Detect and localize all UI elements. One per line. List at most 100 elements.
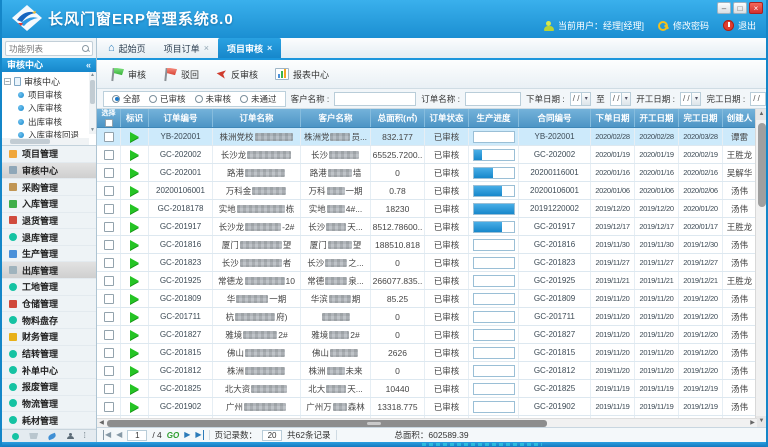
sidebar-group-item[interactable]: 生产管理 <box>2 246 96 263</box>
column-header[interactable]: 创建人 <box>723 109 757 127</box>
close-button[interactable]: × <box>749 2 763 14</box>
tree-vertical-scrollbar[interactable]: ▲ ▼ <box>89 72 96 134</box>
table-row[interactable]: GC-201809 华一期 华滨期 85.25 已审核 GC-201809 20… <box>97 290 757 308</box>
table-row[interactable]: GC-201902 广州 广州万森林 13318.775 已审核 GC-2019… <box>97 398 757 416</box>
sidebar-group-item[interactable]: 补单中心 <box>2 362 96 379</box>
order-date-from-input[interactable]: / /▾ <box>570 92 591 106</box>
report-center-button[interactable]: 报表中心 <box>270 65 334 84</box>
page-size-input[interactable] <box>262 430 282 441</box>
sidebar-group-item[interactable]: 审核中心 <box>2 163 96 180</box>
sidebar-group-item[interactable]: 物流管理 <box>2 396 96 413</box>
table-row[interactable]: GC-201711 杭府) 0 已审核 GC-201711 2019/11/20… <box>97 308 757 326</box>
maximize-button[interactable]: □ <box>733 2 747 14</box>
row-checkbox[interactable] <box>104 312 114 322</box>
row-checkbox[interactable] <box>104 240 114 250</box>
start-date-input[interactable]: / /▾ <box>680 92 701 106</box>
table-row[interactable]: YB-202001 株洲党校 株洲党员... 832.177 已审核 YB-20… <box>97 128 757 146</box>
sidebar-group-item[interactable]: 项目管理 <box>2 146 96 163</box>
sidebar-group-item[interactable]: 工地管理 <box>2 279 96 296</box>
minimize-button[interactable]: – <box>717 2 731 14</box>
status-dot-icon[interactable] <box>12 433 19 440</box>
column-header[interactable]: 订单编号 <box>149 109 213 127</box>
close-tab-icon[interactable]: × <box>267 43 272 53</box>
column-header[interactable]: 合同编号 <box>519 109 591 127</box>
approve-button[interactable]: 审核 <box>105 64 151 85</box>
tab-2[interactable]: ⌂ 项目订单 × <box>155 38 218 58</box>
last-page-button[interactable]: ▶ <box>195 430 203 440</box>
row-checkbox[interactable] <box>104 186 114 196</box>
function-search-input[interactable] <box>9 42 81 55</box>
cart-icon[interactable] <box>29 433 38 439</box>
scroll-down-icon[interactable]: ▼ <box>756 416 766 427</box>
row-checkbox[interactable] <box>104 402 114 412</box>
sidebar-panel-header[interactable]: 审核中心 « <box>2 58 96 72</box>
tree-item[interactable]: 入库审核 <box>4 102 88 116</box>
table-row[interactable]: GC-201827 雅境2# 雅境2# 0 已审核 GC-201827 2019… <box>97 326 757 344</box>
row-checkbox[interactable] <box>104 222 114 232</box>
scroll-right-icon[interactable]: ▶ <box>748 419 757 427</box>
table-row[interactable]: GC-201812 株洲 株洲未来 0 已审核 GC-201812 2019/1… <box>97 362 757 380</box>
tree-collapse-icon[interactable]: – <box>4 78 11 85</box>
scroll-left-icon[interactable]: ◀ <box>97 419 106 427</box>
change-password-button[interactable]: 修改密码 <box>658 19 709 32</box>
horizontal-scrollbar[interactable]: ◀ ▶ <box>97 418 757 427</box>
tree-item[interactable]: 项目审核 <box>4 88 88 102</box>
row-checkbox[interactable] <box>104 204 114 214</box>
row-checkbox[interactable] <box>104 276 114 286</box>
table-row[interactable]: GC-202001 路港 路港墙 0 已审核 20200116001 2020/… <box>97 164 757 182</box>
person-icon[interactable] <box>67 433 74 440</box>
more-options-icon[interactable]: ⁞ <box>84 433 86 439</box>
scroll-up-icon[interactable]: ▲ <box>89 72 96 79</box>
close-tab-icon[interactable]: × <box>204 43 209 53</box>
status-radio[interactable]: 全部 <box>112 93 140 105</box>
row-checkbox[interactable] <box>104 330 114 340</box>
row-checkbox[interactable] <box>104 294 114 304</box>
hscroll-thumb[interactable] <box>107 420 547 427</box>
chevron-down-icon[interactable]: ▾ <box>581 93 590 106</box>
scroll-down-icon[interactable]: ▼ <box>89 127 96 134</box>
sidebar-group-item[interactable]: 报废管理 <box>2 379 96 396</box>
table-row[interactable]: GC-201825 北大资 北大天... 10440 已审核 GC-201825… <box>97 380 757 398</box>
status-radio[interactable]: 已审核 <box>149 93 186 105</box>
finish-date-input[interactable]: / / <box>750 92 766 106</box>
column-header[interactable]: 下单日期 <box>591 109 635 127</box>
tree-scroll-thumb[interactable] <box>90 80 95 104</box>
table-row[interactable]: GC-201815 佛山 佛山 2626 已审核 GC-201815 2019/… <box>97 344 757 362</box>
table-row[interactable]: 20200106001 万科金 万科一期 0.78 已审核 2020010600… <box>97 182 757 200</box>
sidebar-group-item[interactable]: 出库管理 <box>2 262 96 279</box>
tab-1[interactable]: ⌂ 起始页 × <box>99 38 155 58</box>
sidebar-group-item[interactable]: 物料盘存 <box>2 312 96 329</box>
sidebar-group-item[interactable]: 采购管理 <box>2 179 96 196</box>
tab-3[interactable]: ⌂ 项目审核 × <box>218 38 281 58</box>
row-checkbox[interactable] <box>104 258 114 268</box>
select-all-checkbox[interactable] <box>105 119 113 127</box>
page-input[interactable] <box>127 430 147 441</box>
table-row[interactable]: GC-201823 长沙者 长沙之... 0 已审核 GC-201823 201… <box>97 254 757 272</box>
sidebar-group-item[interactable]: 仓储管理 <box>2 296 96 313</box>
tree-item[interactable]: 出库审核 <box>4 115 88 129</box>
order-date-to-input[interactable]: / /▾ <box>610 92 631 106</box>
reject-button[interactable]: 驳回 <box>158 64 204 85</box>
sidebar-group-item[interactable]: 结转管理 <box>2 346 96 363</box>
row-checkbox[interactable] <box>104 132 114 142</box>
row-checkbox[interactable] <box>104 168 114 178</box>
chevron-down-icon[interactable]: ▾ <box>691 93 700 106</box>
hscroll-grip[interactable] <box>367 422 381 425</box>
sidebar-group-item[interactable]: 财务管理 <box>2 329 96 346</box>
next-page-button[interactable]: ▶ <box>184 430 190 440</box>
tree-hscroll-thumb[interactable] <box>10 139 50 144</box>
collapse-icon[interactable]: « <box>86 58 91 72</box>
column-header[interactable]: 选择 <box>97 109 121 127</box>
tree-root[interactable]: – 审核中心 <box>4 74 88 88</box>
customer-name-input[interactable] <box>334 92 416 106</box>
table-row[interactable]: GC-201816 厦门望 厦门望 188510.818 已审核 GC-2018… <box>97 236 757 254</box>
column-header[interactable]: 总面积(㎡) <box>371 109 425 127</box>
function-search[interactable] <box>5 41 93 56</box>
column-header[interactable]: 客户名称 <box>301 109 371 127</box>
column-header[interactable]: 订单状态 <box>425 109 469 127</box>
unapprove-button[interactable]: ➤ 反审核 <box>211 65 263 84</box>
column-header[interactable]: 完工日期 <box>679 109 723 127</box>
chevron-down-icon[interactable]: ▾ <box>621 93 630 106</box>
leaf-icon[interactable] <box>48 432 57 439</box>
vscroll-thumb[interactable] <box>758 123 766 207</box>
